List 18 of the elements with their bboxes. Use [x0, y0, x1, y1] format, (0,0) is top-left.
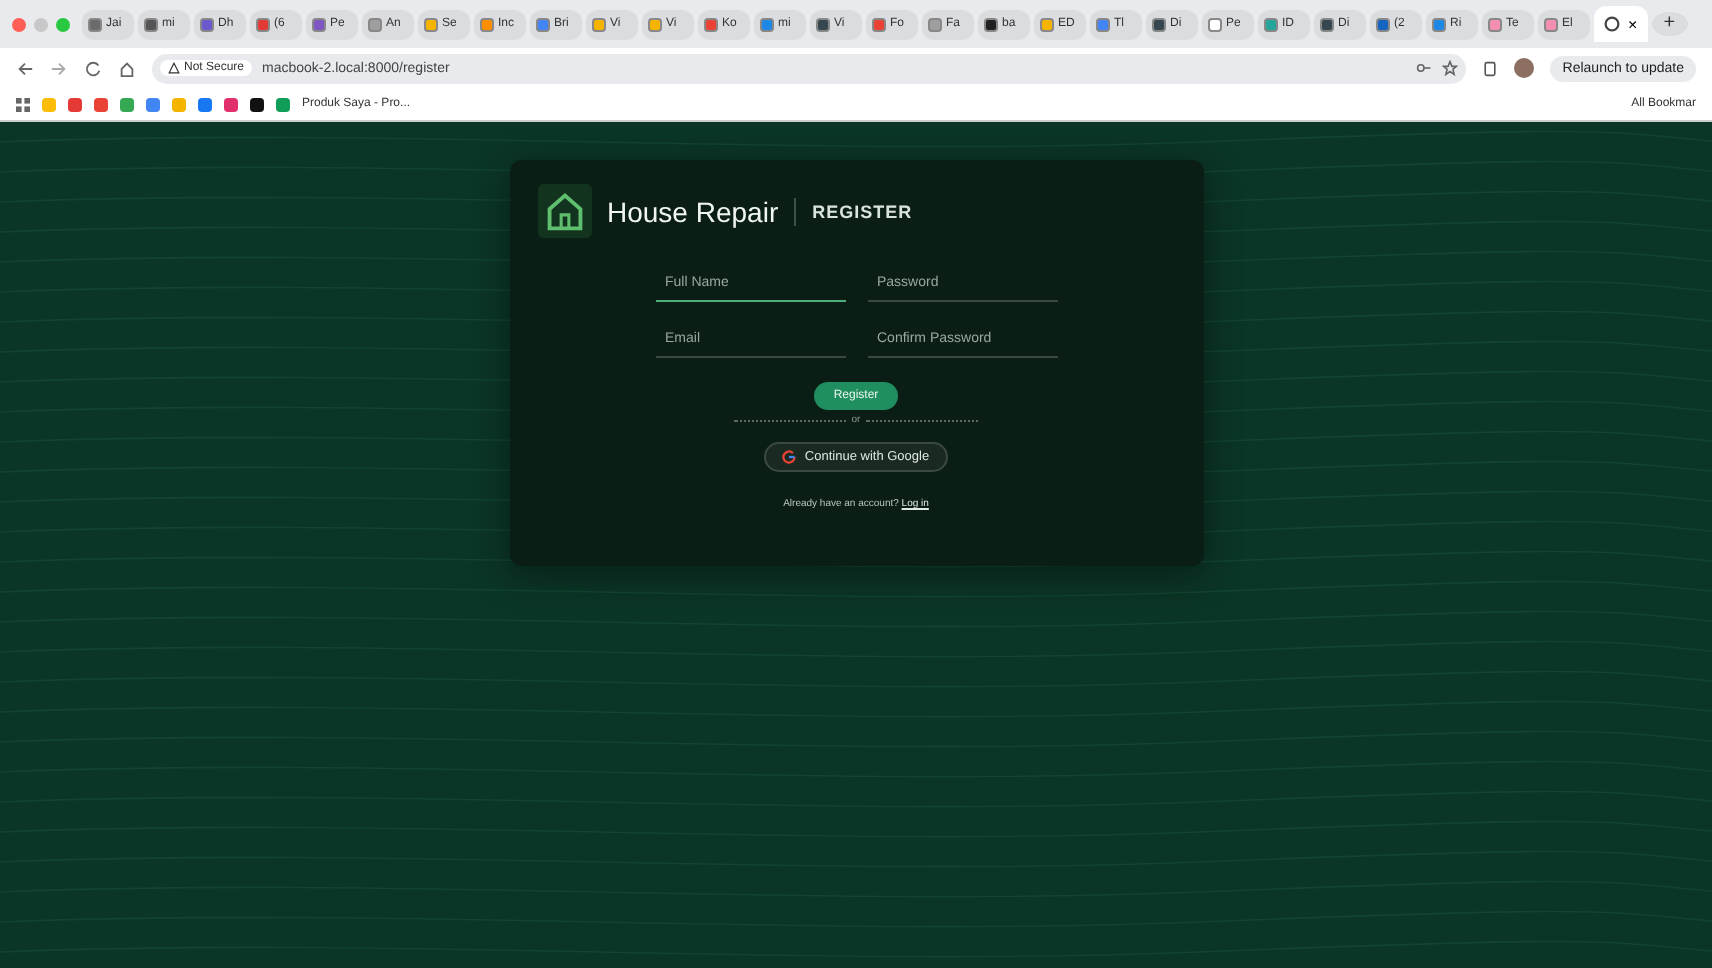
home-icon[interactable]	[118, 59, 136, 77]
new-tab-button[interactable]: +	[1651, 12, 1688, 36]
bookmark-icon[interactable]	[250, 97, 264, 111]
profile-avatar[interactable]	[1514, 58, 1535, 78]
star-icon[interactable]	[1442, 60, 1459, 76]
active-tab[interactable]: ×	[1594, 6, 1648, 42]
key-icon[interactable]	[1416, 60, 1433, 76]
apps-grid-icon[interactable]	[16, 97, 30, 111]
forward-icon[interactable]	[50, 59, 68, 77]
close-window-icon[interactable]	[12, 17, 26, 31]
brand-title: House Repair	[607, 195, 779, 227]
warning-icon	[168, 62, 180, 74]
back-icon[interactable]	[16, 59, 34, 77]
google-icon	[782, 450, 797, 464]
reload-icon[interactable]	[84, 59, 102, 77]
tab-close-button[interactable]: ×	[1628, 15, 1638, 33]
extensions-icon[interactable]	[1482, 59, 1499, 77]
page-title: REGISTER	[812, 201, 913, 221]
